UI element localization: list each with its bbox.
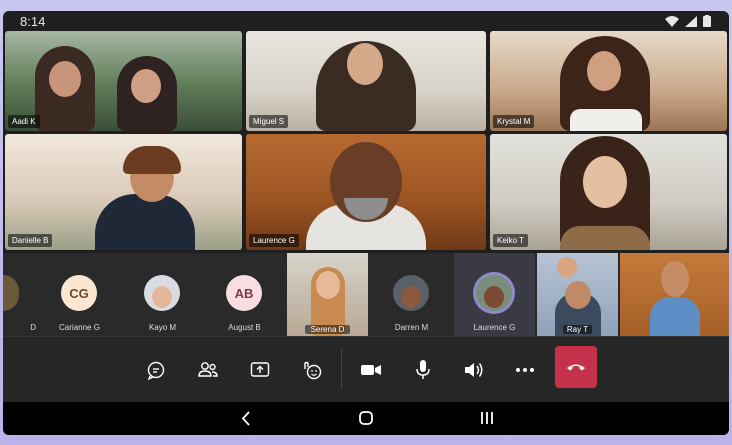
sweater [560,226,650,250]
child-face [557,257,577,277]
people-icon [198,362,218,377]
hang-up-button[interactable] [555,346,597,388]
video-tile[interactable]: Danielle B [5,134,242,250]
signal-icon [685,15,697,27]
video-tile[interactable]: Aadi K [5,31,242,131]
system-nav-bar [3,402,729,435]
face [316,271,340,299]
participant-name: Krystal M [493,115,535,128]
battery-icon [703,15,711,27]
roster-tile[interactable]: Kayo M [122,253,203,336]
participant-name: Danielle B [8,234,53,247]
avatar [144,275,180,311]
avatar: CG [61,275,97,311]
reactions-button[interactable] [299,357,325,383]
face [152,286,172,308]
video-tile[interactable]: Laurence G [246,134,486,250]
speaker-icon [465,363,483,377]
face [484,286,504,308]
roster-tile[interactable]: CG Carianne G [39,253,120,336]
speaker-button[interactable] [461,357,487,383]
recent-apps-icon[interactable] [480,411,494,425]
more-options-button[interactable] [512,357,538,383]
avatar [3,275,19,311]
reactions-icon [304,361,322,380]
participant-name: Laurence G [473,323,516,332]
call-controls-bar [3,336,729,403]
divider [341,349,342,389]
microphone-button[interactable] [410,357,436,383]
participant-name: Keiko T [493,234,528,247]
hang-up-icon [567,364,585,371]
chat-button[interactable] [143,357,169,383]
roster-tile[interactable]: D [3,253,40,336]
camera-icon [361,365,381,375]
participant-name: Laurence G [249,234,299,247]
status-bar: 8:14 [3,11,729,31]
share-screen-icon [250,362,270,377]
video-tile[interactable]: Miguel S [246,31,486,131]
roster-tile[interactable] [620,253,729,336]
people-button[interactable] [195,357,221,383]
participant-name: Serena D [305,325,350,334]
participant-name: D [30,323,36,332]
participant-name: Miguel S [249,115,289,128]
face [131,69,161,103]
status-time: 8:14 [20,14,46,29]
microphone-icon [416,360,430,379]
camera-button[interactable] [358,357,384,383]
participant-name: Ray T [563,325,592,334]
roster-tile[interactable]: AB August B [204,253,285,336]
avatar [476,275,512,311]
roster-tile[interactable]: Serena D [287,253,368,336]
face [583,156,627,208]
roster-tile[interactable]: Ray T [537,253,618,336]
participant-roster: D CG Carianne G Kayo M AB August B Seren… [3,253,729,336]
video-tile[interactable]: Krystal M [490,31,727,131]
back-icon[interactable] [241,411,251,426]
face [49,61,81,97]
face [661,261,689,297]
avatar [393,275,429,311]
participant-name: Darren M [394,323,429,332]
wifi-icon [665,15,679,27]
participant-video [95,194,195,250]
participant-video [650,297,700,336]
roster-tile[interactable]: Darren M [371,253,452,336]
video-tile[interactable]: Keiko T [490,134,727,250]
face [347,43,383,85]
status-icons [665,15,711,27]
participant-name: Carianne G [59,323,100,332]
participant-name: Kayo M [148,323,177,332]
face [565,281,591,309]
face [401,286,421,308]
phone-screen: 8:14 Aadi K Miguel S Krystal M Danielle … [3,11,729,435]
shirt [570,109,642,131]
participant-name: August B [228,323,261,332]
face [587,51,621,91]
participant-name: Aadi K [8,115,40,128]
roster-tile-active-speaker[interactable]: Laurence G [454,253,535,336]
home-icon[interactable] [359,411,373,425]
avatar: AB [226,275,262,311]
hair [123,146,181,174]
share-screen-button[interactable] [247,357,273,383]
more-icon [516,368,534,372]
chat-icon [147,361,165,380]
